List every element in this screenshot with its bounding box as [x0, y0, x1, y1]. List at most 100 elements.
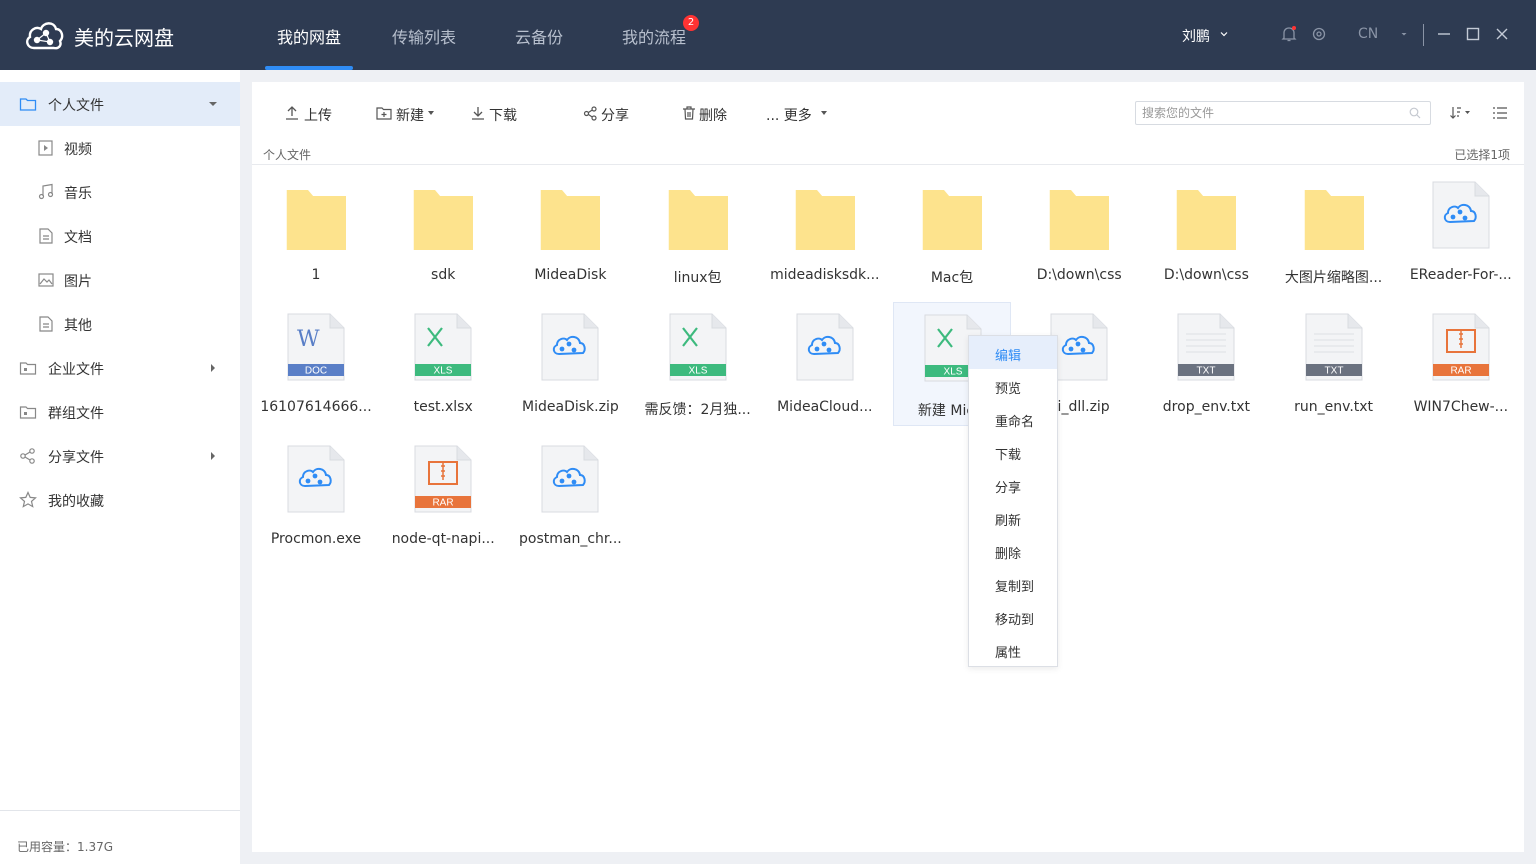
bell-icon[interactable] — [1280, 25, 1298, 43]
active-tab-indicator — [265, 66, 353, 70]
gear-icon[interactable] — [1310, 25, 1328, 43]
sidebar-item-label: 视频 — [64, 142, 92, 158]
file-item[interactable]: MideaDisk.zip — [511, 302, 629, 426]
file-name: MideaCloud... — [777, 399, 873, 415]
file-item[interactable]: XLS test.xlsx — [384, 302, 502, 426]
file-name: postman_chr... — [519, 531, 622, 547]
file-name: EReader-For-... — [1409, 267, 1512, 283]
folder-item[interactable]: D:\down\css — [1020, 170, 1138, 294]
sort-icon[interactable] — [1450, 106, 1472, 120]
folder-item[interactable]: MideaDisk — [511, 170, 629, 294]
document-icon — [39, 228, 53, 244]
sidebar-item-label: 企业文件 — [48, 362, 104, 378]
user-name[interactable]: 刘鹏 — [1182, 26, 1210, 46]
caret-right-icon[interactable] — [208, 363, 218, 373]
delete-button[interactable]: 删除 — [682, 104, 732, 124]
file-item[interactable]: RAR node-qt-napi... — [384, 434, 502, 558]
main-panel: 上传 新建 下载 分享 删除 ... 更多 个人文件 已选择1项 1 sdk Mid… — [252, 82, 1524, 852]
sidebar-item-images[interactable]: 图片 — [0, 258, 240, 302]
list-view-icon[interactable] — [1492, 106, 1508, 120]
sidebar-item-personal-files[interactable]: 个人文件 — [0, 82, 240, 126]
sidebar-item-other[interactable]: 其他 — [0, 302, 240, 346]
trash-icon — [683, 106, 695, 120]
menu-item-edit[interactable]: 编辑 — [969, 336, 1057, 369]
minimize-icon[interactable] — [1436, 26, 1452, 42]
sidebar-item-video[interactable]: 视频 — [0, 126, 240, 170]
folder-item[interactable]: D:\down\css — [1147, 170, 1265, 294]
folder-item[interactable]: 大图片缩略图... — [1275, 170, 1393, 294]
close-icon[interactable] — [1494, 26, 1510, 42]
folder-item[interactable]: Mac包 — [893, 170, 1011, 294]
txt-file-icon: TXT — [1177, 313, 1235, 381]
menu-item-rename[interactable]: 重命名 — [969, 402, 1057, 435]
file-name: sdk — [431, 267, 456, 283]
file-name: node-qt-napi... — [391, 531, 495, 547]
upload-button[interactable]: 上传 — [285, 104, 335, 124]
share-icon — [583, 106, 597, 121]
sidebar-item-label: 分享文件 — [48, 450, 104, 466]
menu-item-refresh[interactable]: 刷新 — [969, 501, 1057, 534]
folder-icon — [922, 190, 982, 250]
search-input[interactable] — [1135, 101, 1431, 125]
menu-item-preview[interactable]: 预览 — [969, 369, 1057, 402]
chevron-down-icon[interactable] — [1400, 30, 1408, 38]
file-item[interactable]: RAR WIN7Chew-... — [1402, 302, 1520, 426]
file-item[interactable]: postman_chr... — [511, 434, 629, 558]
language-selector[interactable]: CN — [1358, 26, 1378, 42]
download-button[interactable]: 下载 — [471, 104, 521, 124]
folder-item[interactable]: linux包 — [639, 170, 757, 294]
breadcrumb[interactable]: 个人文件 — [263, 146, 311, 163]
file-item[interactable]: EReader-For-... — [1402, 170, 1520, 294]
folder-item[interactable]: mideadisksdk... — [766, 170, 884, 294]
tab-my-disk[interactable]: 我的网盘 — [277, 24, 341, 48]
svg-text:TXT: TXT — [1197, 366, 1216, 377]
caret-down-icon[interactable] — [208, 99, 218, 109]
menu-item-copy-to[interactable]: 复制到 — [969, 567, 1057, 600]
sidebar-item-favorites[interactable]: 我的收藏 — [0, 478, 240, 522]
sidebar-item-music[interactable]: 音乐 — [0, 170, 240, 214]
more-button[interactable]: ... 更多 — [766, 104, 828, 124]
file-item[interactable]: W DOC 16107614666... — [257, 302, 375, 426]
tab-my-flow[interactable]: 我的流程 — [622, 24, 686, 48]
file-item[interactable]: Procmon.exe — [257, 434, 375, 558]
svg-text:DOC: DOC — [305, 366, 327, 377]
maximize-icon[interactable] — [1465, 26, 1481, 42]
file-name: test.xlsx — [413, 399, 473, 415]
file-name: 16107614666... — [260, 399, 372, 415]
chevron-down-icon[interactable] — [1220, 30, 1228, 38]
file-item[interactable]: MideaCloud... — [766, 302, 884, 426]
menu-item-move-to[interactable]: 移动到 — [969, 600, 1057, 633]
new-button[interactable]: 新建 — [376, 104, 436, 124]
caret-right-icon[interactable] — [208, 451, 218, 461]
menu-item-properties[interactable]: 属性 — [969, 633, 1057, 666]
search-icon[interactable] — [1409, 107, 1421, 119]
sidebar-item-documents[interactable]: 文档 — [0, 214, 240, 258]
music-icon — [38, 183, 54, 200]
sidebar-item-label: 图片 — [64, 274, 92, 290]
svg-text:XLS: XLS — [434, 366, 453, 377]
file-item[interactable]: TXT run_env.txt — [1275, 302, 1393, 426]
sidebar-item-group-files[interactable]: 群组文件 — [0, 390, 240, 434]
tab-transfer-list[interactable]: 传输列表 — [392, 24, 456, 48]
file-name: drop_env.txt — [1162, 399, 1250, 415]
storage-footer: 已用容量：1.37G — [0, 810, 240, 864]
folder-item[interactable]: sdk — [384, 170, 502, 294]
video-icon — [38, 140, 53, 156]
file-name: mideadisksdk... — [770, 267, 880, 283]
file-item[interactable]: TXT drop_env.txt — [1147, 302, 1265, 426]
tab-cloud-backup[interactable]: 云备份 — [515, 24, 563, 48]
folder-item[interactable]: 1 — [257, 170, 375, 294]
cloud-file-icon — [1432, 181, 1490, 249]
menu-item-delete[interactable]: 删除 — [969, 534, 1057, 567]
sidebar-item-enterprise-files[interactable]: 企业文件 — [0, 346, 240, 390]
sidebar-item-shared-files[interactable]: 分享文件 — [0, 434, 240, 478]
svg-text:TXT: TXT — [1324, 366, 1343, 377]
divider — [252, 164, 1524, 165]
image-icon — [38, 273, 54, 287]
menu-item-download[interactable]: 下载 — [969, 435, 1057, 468]
menu-item-share[interactable]: 分享 — [969, 468, 1057, 501]
file-item[interactable]: XLS 需反馈：2月独... — [639, 302, 757, 426]
folder-icon — [541, 190, 601, 250]
share-button[interactable]: 分享 — [583, 104, 633, 124]
new-folder-icon — [376, 107, 392, 120]
